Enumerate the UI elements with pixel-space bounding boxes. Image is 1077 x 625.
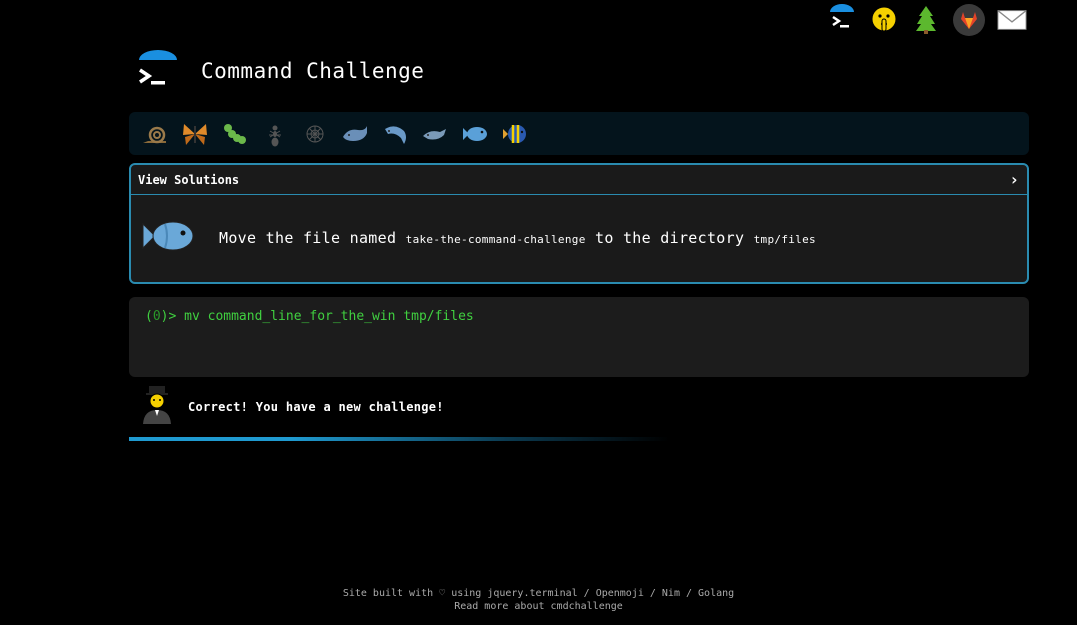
gitlab-icon[interactable] <box>953 4 985 36</box>
level-bar <box>129 112 1029 155</box>
challenge-filename: take-the-command-challenge <box>405 233 586 246</box>
prompt-close: )> <box>160 309 177 324</box>
footer: Site built with ♡ using jquery.terminal … <box>0 587 1077 613</box>
challenge-panel: View Solutions › Move the file named tak… <box>129 163 1029 284</box>
caterpillar-icon[interactable] <box>217 116 253 152</box>
butterfly-icon[interactable] <box>177 116 213 152</box>
shushing-face-icon[interactable] <box>869 4 899 36</box>
header: Command Challenge <box>135 50 424 92</box>
terminal-command: mv command_line_for_the_win tmp/files <box>184 309 474 324</box>
view-solutions-label: View Solutions <box>138 172 240 187</box>
judge-avatar-icon <box>140 384 174 430</box>
ant-icon[interactable] <box>257 116 293 152</box>
challenge-body: Move the file named take-the-command-cha… <box>131 195 1027 281</box>
fish-icon <box>141 214 197 262</box>
top-icon-bar <box>827 4 1027 36</box>
prompt-counter: 0 <box>152 309 161 324</box>
challenge-middle: to the directory <box>594 229 745 247</box>
challenge-directory: tmp/files <box>753 233 816 246</box>
page: Command Challenge View Solutions › Move … <box>0 0 1077 625</box>
chevron-right-icon: › <box>1009 170 1019 189</box>
challenge-description: Move the file named take-the-command-cha… <box>219 229 816 247</box>
view-solutions-toggle[interactable]: View Solutions › <box>131 165 1027 195</box>
progress-bar <box>129 437 669 441</box>
terminal[interactable]: (0)> mv command_line_for_the_win tmp/fil… <box>129 297 1029 377</box>
prompt-open: ( <box>145 309 153 324</box>
fish-icon[interactable] <box>457 116 493 152</box>
footer-read-more-link[interactable]: Read more about cmdchallenge <box>454 601 623 612</box>
spider-web-icon[interactable] <box>297 116 333 152</box>
footer-credits[interactable]: Site built with ♡ using jquery.terminal … <box>343 588 734 599</box>
feedback: Correct! You have a new challenge! <box>140 384 444 430</box>
dolphin-icon[interactable] <box>377 116 413 152</box>
terminal-icon[interactable] <box>827 4 857 36</box>
feedback-message: Correct! You have a new challenge! <box>188 400 444 414</box>
mail-icon[interactable] <box>997 4 1027 36</box>
challenge-prefix: Move the file named <box>219 229 397 247</box>
tree-icon[interactable] <box>911 4 941 36</box>
terminal-logo-icon <box>135 50 181 92</box>
dolphin-icon[interactable] <box>417 116 453 152</box>
whale-icon[interactable] <box>337 116 373 152</box>
page-title: Command Challenge <box>201 59 425 83</box>
snail-icon[interactable] <box>137 116 173 152</box>
tropical-fish-icon[interactable] <box>497 116 533 152</box>
